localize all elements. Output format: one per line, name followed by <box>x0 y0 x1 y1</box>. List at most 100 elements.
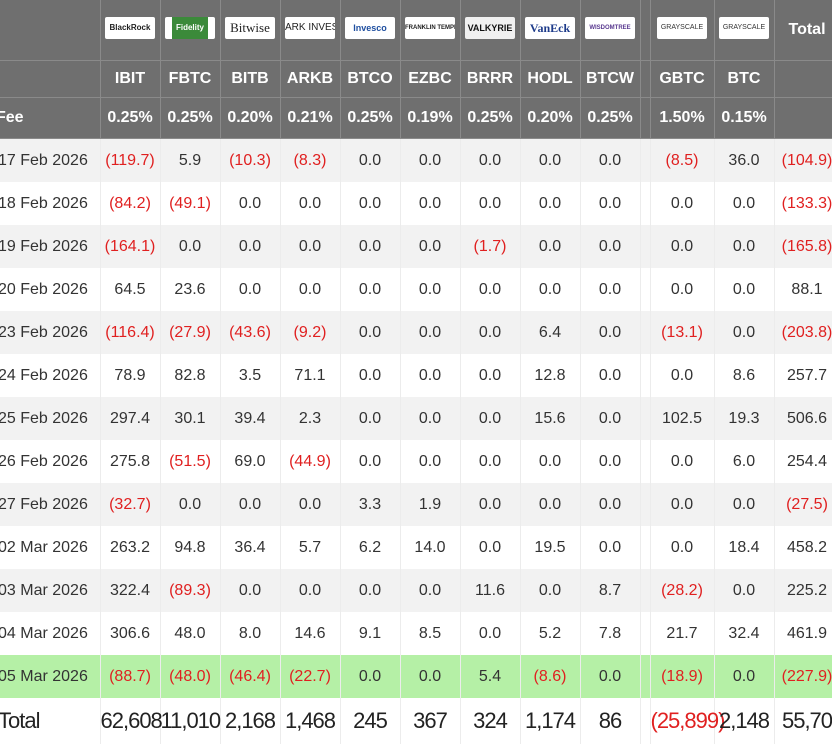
gap-cell <box>640 311 651 354</box>
flow-cell: 0.0 <box>400 440 461 483</box>
wisdomtree-logo: WISDOMTREE <box>585 16 635 39</box>
flow-cell: 0.0 <box>400 655 461 698</box>
row-date: 03 Mar 2026 <box>0 569 101 612</box>
bitcoin-etf-flows-table: BlackRock Fidelity Bitwise ARK INVEST In… <box>0 0 832 744</box>
gap-cell <box>640 397 651 440</box>
flow-cell: 0.0 <box>650 440 715 483</box>
row-total: 461.9 <box>774 612 832 655</box>
flow-cell: 0.0 <box>400 182 461 225</box>
flow-cell: 0.0 <box>714 225 775 268</box>
invesco-logo: Invesco <box>345 16 395 39</box>
flow-cell: 0.0 <box>460 526 521 569</box>
fidelity-logo: Fidelity <box>165 16 215 39</box>
total-cell: (25,899) <box>650 698 725 744</box>
flow-cell: (8.3) <box>280 138 341 182</box>
flow-cell: 0.0 <box>220 569 281 612</box>
flow-cell: 0.0 <box>650 483 715 526</box>
ticker-bitb: BITB <box>220 60 281 98</box>
ticker-ibit: IBIT <box>100 60 161 98</box>
total-cell: 62,608 <box>100 698 163 744</box>
row-total: (203.8) <box>774 311 832 354</box>
gap-cell <box>640 483 651 526</box>
fidelity-logo-text: Fidelity <box>171 16 208 39</box>
corner-cell <box>0 0 101 61</box>
table-row: 17 Feb 2026 (119.7) 5.9 (10.3) (8.3) 0.0 0.0 0.… <box>0 138 832 182</box>
row-total: (165.8) <box>774 225 832 268</box>
grayscale-mini-logo: GRAYSCALE <box>719 16 769 39</box>
flow-cell: 0.0 <box>714 483 775 526</box>
row-date: 17 Feb 2026 <box>0 138 101 182</box>
grayscale-logo: GRAYSCALE <box>657 16 707 39</box>
flow-cell: 0.0 <box>340 440 401 483</box>
vaneck-logo: VanEck <box>525 16 575 39</box>
table-row: 20 Feb 2026 64.5 23.6 0.0 0.0 0.0 0.0 0.0 0.0 0.0… <box>0 268 832 311</box>
issuer-logo-row: BlackRock Fidelity Bitwise ARK INVEST In… <box>0 0 832 61</box>
flow-cell: (10.3) <box>220 138 281 182</box>
flow-cell: 8.0 <box>220 612 281 655</box>
flow-cell: 32.4 <box>714 612 775 655</box>
flow-cell: 69.0 <box>220 440 281 483</box>
flow-cell: 82.8 <box>160 354 221 397</box>
fee-ezbc: 0.19% <box>400 97 461 139</box>
ticker-btc: BTC <box>714 60 775 98</box>
total-cell: 245 <box>340 698 401 744</box>
flow-cell: 0.0 <box>400 268 461 311</box>
flow-cell: 30.1 <box>160 397 221 440</box>
fee-row: Fee 0.25% 0.25% 0.20% 0.21% 0.25% 0.19% … <box>0 97 832 139</box>
fee-total-blank <box>774 97 832 139</box>
fee-bitb: 0.20% <box>220 97 281 139</box>
table-row: 26 Feb 2026 275.8 (51.5) 69.0 (44.9) 0.0 0.0 0.… <box>0 440 832 483</box>
flow-cell: 0.0 <box>714 311 775 354</box>
flow-cell: 0.0 <box>280 268 341 311</box>
table-row: 25 Feb 2026 297.4 30.1 39.4 2.3 0.0 0.0 0.0 15.6… <box>0 397 832 440</box>
flow-cell: 5.9 <box>160 138 221 182</box>
flow-cell: 3.5 <box>220 354 281 397</box>
total-cell: 2,168 <box>220 698 281 744</box>
gap-cell <box>640 268 651 311</box>
flow-cell: 0.0 <box>714 182 775 225</box>
total-cell: 11,010 <box>160 698 221 744</box>
flow-cell: 0.0 <box>280 225 341 268</box>
logo-cell: FRANKLIN TEMPLETON <box>400 0 461 61</box>
gap-cell <box>640 569 651 612</box>
flow-cell: (13.1) <box>650 311 715 354</box>
flow-cell: 0.0 <box>520 268 581 311</box>
flow-cell: (49.1) <box>160 182 221 225</box>
flow-cell: 0.0 <box>650 526 715 569</box>
gap-cell <box>640 612 651 655</box>
table-row: 23 Feb 2026 (116.4) (27.9) (43.6) (9.2) 0.0 0.… <box>0 311 832 354</box>
flow-cell: 0.0 <box>520 483 581 526</box>
totals-row: Total 62,608 11,010 2,168 1,468 245 367 324 1,17… <box>0 698 832 744</box>
flow-cell: 322.4 <box>100 569 161 612</box>
flow-cell: 0.0 <box>340 311 401 354</box>
flow-cell: 39.4 <box>220 397 281 440</box>
flow-cell: (84.2) <box>100 182 161 225</box>
flow-cell: 18.4 <box>714 526 775 569</box>
flow-cell: 6.4 <box>520 311 581 354</box>
gap-cell <box>640 698 651 744</box>
bitwise-logo: Bitwise <box>225 16 275 39</box>
row-date: 02 Mar 2026 <box>0 526 101 569</box>
flow-cell: 15.6 <box>520 397 581 440</box>
gap-cell <box>640 138 651 182</box>
logo-cell: VanEck <box>520 0 581 61</box>
flow-cell: 0.0 <box>460 440 521 483</box>
flow-cell: 0.0 <box>580 526 641 569</box>
table-row: 24 Feb 2026 78.9 82.8 3.5 71.1 0.0 0.0 0.0 12.8 0… <box>0 354 832 397</box>
flow-cell: (28.2) <box>650 569 715 612</box>
total-cell: 86 <box>580 698 641 744</box>
row-total: 458.2 <box>774 526 832 569</box>
ticker-brrr: BRRR <box>460 60 521 98</box>
flow-cell: 2.3 <box>280 397 341 440</box>
flow-cell: (32.7) <box>100 483 161 526</box>
flow-cell: 0.0 <box>340 655 401 698</box>
row-total: 257.7 <box>774 354 832 397</box>
flow-cell: 3.3 <box>340 483 401 526</box>
flow-cell: 0.0 <box>714 655 775 698</box>
flow-cell: 0.0 <box>580 397 641 440</box>
flow-cell: 23.6 <box>160 268 221 311</box>
flow-cell: 8.6 <box>714 354 775 397</box>
flow-cell: 0.0 <box>580 138 641 182</box>
table-row: 02 Mar 2026 263.2 94.8 36.4 5.7 6.2 14.0 0.0 19.… <box>0 526 832 569</box>
flow-cell: 7.8 <box>580 612 641 655</box>
